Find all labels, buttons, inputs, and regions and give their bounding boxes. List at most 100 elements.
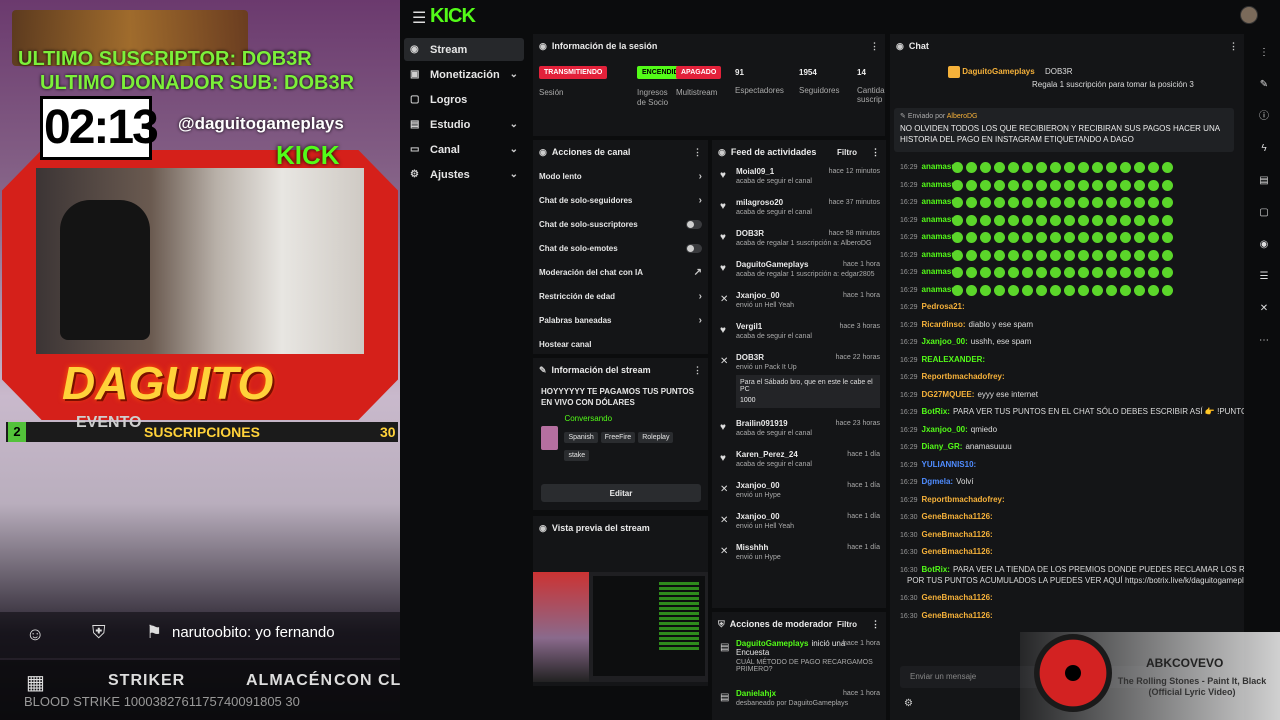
chat-message[interactable]: 16:29 BotRix: PARA VER TUS PUNTOS EN EL CH… xyxy=(900,407,1244,416)
share-icon[interactable]: ⋯ xyxy=(1255,332,1273,350)
mod-filter-button[interactable]: Filtro xyxy=(837,620,857,629)
chat-message[interactable]: 16:29 Diany_GR: anamasuuuu xyxy=(900,442,1012,451)
chevron-right-icon[interactable]: › xyxy=(699,171,702,182)
more-icon[interactable]: ⋮ xyxy=(693,147,702,158)
chat-message[interactable]: 16:29 Jxanjoo_00: usshh, ese spam xyxy=(900,337,1031,346)
chat-message[interactable]: 16:29 DG27MQUEE: eyyy ese internet xyxy=(900,390,1038,399)
chat-user[interactable]: BotRix: xyxy=(922,565,950,574)
chat-user[interactable]: Reportbmachadofrey: xyxy=(922,372,1005,381)
chat-message[interactable]: 16:29 REALEXANDER: xyxy=(900,355,988,364)
chat-user[interactable]: BotRix: xyxy=(922,407,950,416)
chevron-down-icon[interactable]: ⌄ xyxy=(510,169,518,180)
chat-message[interactable]: 16:30 GeneBmacha1126: xyxy=(900,593,996,602)
chat-message[interactable]: 16:29 anamasu: xyxy=(900,232,959,241)
chat-user[interactable]: Dgmela: xyxy=(922,477,954,486)
sidebar-item-4[interactable]: ▭ Canal ⌄ xyxy=(404,138,524,161)
chat-message[interactable]: 16:29 Reportbmachadofrey: xyxy=(900,495,1008,504)
game-menu-almacen[interactable]: ALMACÉN xyxy=(246,672,333,690)
chat-user[interactable]: GeneBmacha1126: xyxy=(922,530,993,539)
sidebar-item-2[interactable]: ▢ Logros xyxy=(404,88,524,111)
user-avatar[interactable] xyxy=(1240,6,1258,24)
chat-message[interactable]: 16:29 anamasu: xyxy=(900,285,959,294)
more-icon[interactable]: ⋮ xyxy=(693,365,702,376)
chat-message[interactable]: 16:29 anamasu: xyxy=(900,197,959,206)
tag[interactable]: Roleplay xyxy=(638,432,674,443)
chat-message[interactable]: 16:29 anamasu: xyxy=(900,162,959,171)
sidebar-item-5[interactable]: ⚙ Ajustes ⌄ xyxy=(404,163,524,186)
chat-bubble-icon[interactable]: ▢ xyxy=(1255,204,1273,222)
chat-user[interactable]: Diany_GR: xyxy=(922,442,963,451)
pinned-message[interactable]: ✎ Enviado por AlberoDG NO OLVIDEN TODOS … xyxy=(894,108,1234,152)
more-icon[interactable]: ⋮ xyxy=(871,619,880,630)
edit-icon[interactable]: ✎ xyxy=(1255,76,1273,94)
game-menu-striker[interactable]: STRIKER xyxy=(108,672,185,690)
chevron-right-icon[interactable]: ↗ xyxy=(694,267,702,278)
sidebar-item-0[interactable]: ◉ Stream xyxy=(404,38,524,61)
chat-message[interactable]: 16:30 GeneBmacha1126: xyxy=(900,530,996,539)
channel-action-3[interactable]: Chat de solo-emotes xyxy=(533,236,708,260)
chat-message[interactable]: 16:29 anamasu: xyxy=(900,267,959,276)
chat-message[interactable]: 16:29 Jxanjoo_00: qmiedo xyxy=(900,425,997,434)
broadcast-icon[interactable]: ◉ xyxy=(1255,236,1273,254)
chat-user[interactable]: REALEXANDER: xyxy=(922,355,986,364)
more-icon[interactable]: ⋮ xyxy=(871,147,880,158)
settings-icon[interactable]: ⚙ xyxy=(904,698,913,709)
sidebar-item-3[interactable]: ▤ Estudio ⌄ xyxy=(404,113,524,136)
toggle-switch[interactable] xyxy=(686,243,702,253)
channel-action-2[interactable]: Chat de solo-suscriptores xyxy=(533,212,708,236)
channel-action-4[interactable]: Moderación del chat con IA ↗ xyxy=(533,260,708,284)
chevron-down-icon[interactable]: ⌄ xyxy=(510,119,518,130)
feed-filter-button[interactable]: Filtro xyxy=(837,148,857,157)
more-icon[interactable]: ⋮ xyxy=(870,41,879,52)
chat-message[interactable]: 16:29 anamasu: xyxy=(900,250,959,259)
chat-user[interactable]: Pedrosa21: xyxy=(922,302,965,311)
chat-user[interactable]: Ricardinso: xyxy=(922,320,966,329)
edit-button[interactable]: Editar xyxy=(541,484,701,502)
chat-user[interactable]: Jxanjoo_00: xyxy=(922,337,968,346)
chevron-right-icon[interactable]: › xyxy=(699,291,702,302)
channel-action-7[interactable]: Hostear canal xyxy=(533,332,708,354)
chat-user[interactable]: Jxanjoo_00: xyxy=(922,425,968,434)
tag[interactable]: FreeFire xyxy=(600,432,636,443)
tag[interactable]: stake xyxy=(564,450,590,461)
chat-message[interactable]: 16:29 anamasu: xyxy=(900,180,959,189)
chat-message[interactable]: 16:29 anamasu: xyxy=(900,215,959,224)
channel-action-5[interactable]: Restricción de edad › xyxy=(533,284,708,308)
chevron-right-icon[interactable]: › xyxy=(699,195,702,206)
tag[interactable]: Spanish xyxy=(564,432,598,443)
shield-icon[interactable]: ⛨ xyxy=(92,622,106,643)
mod-action-user[interactable]: DaguitoGameplays xyxy=(736,639,808,648)
more-icon[interactable]: ⋮ xyxy=(1255,44,1273,62)
channel-action-1[interactable]: Chat de solo-seguidores › xyxy=(533,188,708,212)
chat-message[interactable]: 16:30 GeneBmacha1126: xyxy=(900,547,996,556)
chat-message[interactable]: 16:30 BotRix: PARA VER LA TIENDA DE LOS PR… xyxy=(900,565,1244,574)
info-icon[interactable]: ⓘ xyxy=(1255,108,1273,126)
chat-user[interactable]: YULIANNIS10: xyxy=(922,460,977,469)
chat-user[interactable]: GeneBmacha1126: xyxy=(922,512,993,521)
chat-message[interactable]: 16:29 YULIANNIS10: xyxy=(900,460,979,469)
chat-message[interactable]: 16:30 GeneBmacha1126: xyxy=(900,611,996,620)
bolt-icon[interactable]: ϟ xyxy=(1255,140,1273,158)
sidebar-item-1[interactable]: ▣ Monetización ⌄ xyxy=(404,63,524,86)
emoji-icon[interactable]: ☺ xyxy=(26,624,44,645)
wrench-icon[interactable]: ✕ xyxy=(1255,300,1273,318)
chat-message[interactable]: POR TUS PUNTOS ACUMULADOS LA PUEDES VER … xyxy=(900,576,1244,585)
chevron-right-icon[interactable]: › xyxy=(699,315,702,326)
menu-icon[interactable]: ☰ xyxy=(412,8,426,28)
toggle-switch[interactable] xyxy=(686,219,702,229)
chat-message[interactable]: 16:29 Pedrosa21: xyxy=(900,302,968,311)
chat-user[interactable]: GeneBmacha1126: xyxy=(922,547,993,556)
game-menu-con-cla[interactable]: CON CLA xyxy=(334,672,400,690)
chat-user[interactable]: GeneBmacha1126: xyxy=(922,611,993,620)
chat-user[interactable]: GeneBmacha1126: xyxy=(922,593,993,602)
chat-user[interactable]: DG27MQUEE: xyxy=(922,390,975,399)
chat-message[interactable]: 16:29 Dgmela: Volví xyxy=(900,477,973,486)
channel-action-6[interactable]: Palabras baneadas › xyxy=(533,308,708,332)
chevron-down-icon[interactable]: ⌄ xyxy=(510,144,518,155)
clipboard-icon[interactable]: ▤ xyxy=(1255,172,1273,190)
chat-message[interactable]: 16:30 GeneBmacha1126: xyxy=(900,512,996,521)
grid-icon[interactable]: ▦ xyxy=(26,670,45,695)
kick-logo[interactable]: KICK xyxy=(430,5,476,28)
mod-action-user[interactable]: Danielahjx xyxy=(736,689,776,698)
chevron-down-icon[interactable]: ⌄ xyxy=(510,69,518,80)
